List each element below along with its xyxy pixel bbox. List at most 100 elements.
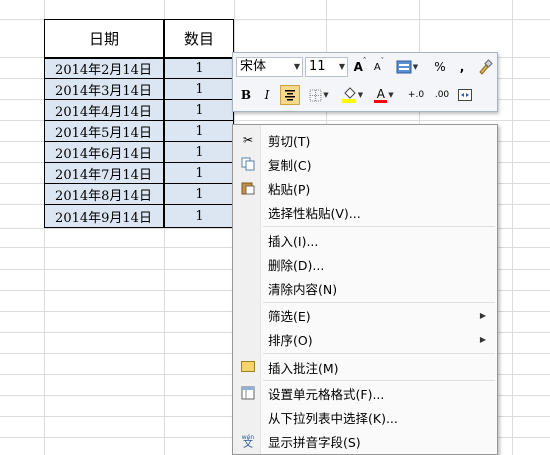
- cell-count-6[interactable]: 1: [165, 163, 234, 184]
- increase-decimal-button[interactable]: +.0: [405, 85, 427, 105]
- percent-label: %: [434, 60, 446, 74]
- row-border: [44, 78, 234, 79]
- chevron-down-icon[interactable]: ▼: [339, 58, 345, 76]
- copy-icon: [240, 156, 256, 172]
- menu-item-label: 排序(O): [268, 332, 313, 348]
- column-border: [163, 19, 165, 228]
- cell-count-4[interactable]: 1: [165, 121, 234, 142]
- align-center-icon: [285, 90, 295, 101]
- chevron-down-icon[interactable]: ▼: [323, 91, 328, 99]
- menu-item-pick-from-list[interactable]: 从下拉列表中选择(K)...: [234, 405, 496, 429]
- comma-button[interactable]: ,: [455, 57, 469, 77]
- font-size-combo[interactable]: 11 ▼: [305, 57, 348, 77]
- bold-button[interactable]: B: [237, 85, 255, 105]
- format-style-icon: [396, 60, 412, 74]
- shrink-font-label: A: [373, 61, 381, 73]
- cell-date-1[interactable]: 2014年2月14日: [44, 58, 163, 79]
- menu-item-copy[interactable]: 复制(C): [234, 152, 496, 176]
- menu-item-insert[interactable]: 插入(I)...: [234, 228, 496, 252]
- paste-icon: [240, 180, 256, 196]
- mini-toolbar: 宋体 ▼ 11 ▼ Aˆ Aˇ ▼ % , B I ▼ ▼ A ▼ +.0 .0…: [232, 52, 498, 112]
- cell-count-3[interactable]: 1: [165, 100, 234, 121]
- header-border: [44, 57, 234, 59]
- cell-count-5[interactable]: 1: [165, 142, 234, 163]
- cell-count-2[interactable]: 1: [165, 79, 234, 100]
- cell-date-5[interactable]: 2014年6月14日: [44, 142, 163, 163]
- menu-item-paste[interactable]: 粘贴(P): [234, 176, 496, 200]
- menu-item-clear-contents[interactable]: 清除内容(N): [234, 276, 496, 300]
- font-name-combo[interactable]: 宋体 ▼: [236, 57, 303, 77]
- menu-item-sort[interactable]: 排序(O) ▶: [234, 327, 496, 351]
- menu-item-label: 插入(I)...: [268, 233, 319, 249]
- menu-item-label: 删除(D)...: [268, 257, 325, 273]
- cell-date-6[interactable]: 2014年7月14日: [44, 163, 163, 184]
- context-menu: ✂ 剪切(T) 复制(C) 粘贴(P) 选择性粘贴(V)... 插入(I)...…: [232, 124, 498, 455]
- cell-count-8[interactable]: 1: [165, 205, 234, 227]
- menu-item-label: 选择性粘贴(V)...: [268, 205, 361, 221]
- phonetic-icon: wén 文: [241, 434, 255, 450]
- font-color-label: A: [376, 86, 385, 101]
- cell-count-7[interactable]: 1: [165, 184, 234, 205]
- menu-item-label: 复制(C): [268, 157, 312, 173]
- percent-button[interactable]: %: [432, 57, 448, 77]
- row-border: [44, 204, 234, 205]
- format-painter-button[interactable]: [475, 57, 495, 77]
- menu-item-label: 剪切(T): [268, 133, 311, 149]
- row-border: [44, 120, 234, 121]
- menu-item-label: 清除内容(N): [268, 281, 338, 297]
- cell-date-8[interactable]: 2014年9月14日: [44, 205, 163, 227]
- row-border: [44, 183, 234, 184]
- menu-item-cut[interactable]: ✂ 剪切(T): [234, 128, 496, 152]
- format-style-button[interactable]: ▼: [393, 57, 421, 77]
- grow-font-label: A: [353, 60, 363, 74]
- comma-label: ,: [459, 60, 465, 74]
- format-cells-icon: [240, 385, 256, 401]
- chevron-down-icon[interactable]: ▼: [358, 91, 363, 99]
- header-date[interactable]: 日期: [44, 19, 164, 57]
- row-border: [44, 99, 234, 100]
- cell-date-3[interactable]: 2014年4月14日: [44, 100, 163, 121]
- decrease-decimal-label: .00: [434, 90, 450, 100]
- cell-date-4[interactable]: 2014年5月14日: [44, 121, 163, 142]
- italic-label: I: [264, 88, 270, 102]
- menu-item-delete[interactable]: 删除(D)...: [234, 252, 496, 276]
- menu-item-label: 粘贴(P): [268, 181, 311, 197]
- menu-item-format-cells[interactable]: 设置单元格格式(F)...: [234, 381, 496, 405]
- scissors-icon: ✂: [242, 133, 254, 147]
- decrease-decimal-button[interactable]: .00: [431, 85, 453, 105]
- row-border: [44, 141, 234, 142]
- chevron-down-icon[interactable]: ▼: [294, 58, 300, 76]
- menu-item-filter[interactable]: 筛选(E) ▶: [234, 303, 496, 327]
- grow-font-button[interactable]: Aˆ: [351, 57, 369, 77]
- chevron-down-icon[interactable]: ▼: [413, 63, 418, 71]
- increase-decimal-label: +.0: [407, 90, 425, 100]
- menu-item-label: 从下拉列表中选择(K)...: [268, 410, 398, 426]
- cell-date-7[interactable]: 2014年8月14日: [44, 184, 163, 205]
- submenu-arrow-icon: ▶: [479, 334, 486, 344]
- borders-icon: [309, 89, 322, 101]
- cell-count-1[interactable]: 1: [165, 58, 234, 79]
- menu-separator: [263, 353, 495, 354]
- menu-item-label: 筛选(E): [268, 308, 311, 324]
- font-size-value: 11: [309, 59, 326, 74]
- italic-button[interactable]: I: [258, 85, 276, 105]
- menu-item-insert-comment[interactable]: 插入批注(M): [234, 355, 496, 379]
- shrink-font-button[interactable]: Aˇ: [371, 57, 387, 77]
- row-border: [44, 162, 234, 163]
- align-center-button[interactable]: [280, 85, 300, 105]
- menu-item-label: 显示拼音字段(S): [268, 434, 361, 450]
- bold-label: B: [240, 88, 252, 102]
- chevron-down-icon[interactable]: ▼: [388, 91, 393, 99]
- format-painter-icon: [479, 59, 493, 75]
- cell-date-2[interactable]: 2014年3月14日: [44, 79, 163, 100]
- merge-center-button[interactable]: [455, 85, 475, 105]
- borders-button[interactable]: ▼: [306, 85, 332, 105]
- menu-item-paste-special[interactable]: 选择性粘贴(V)...: [234, 200, 496, 224]
- menu-item-label: 设置单元格格式(F)...: [268, 386, 385, 402]
- font-color-swatch: [374, 99, 388, 103]
- fill-color-button[interactable]: ▼: [338, 85, 366, 105]
- font-color-button[interactable]: A ▼: [371, 85, 397, 105]
- header-count[interactable]: 数目: [164, 19, 234, 57]
- menu-item-phonetic[interactable]: wén 文 显示拼音字段(S): [234, 429, 496, 453]
- menu-separator: [263, 226, 495, 227]
